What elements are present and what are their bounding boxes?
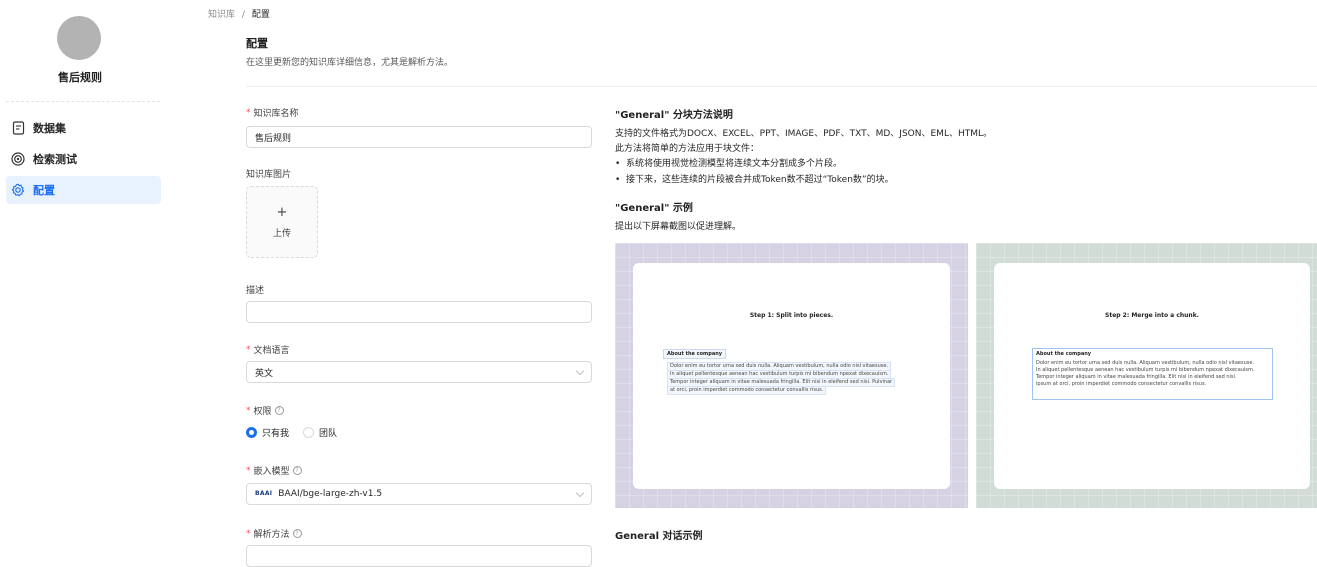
sidebar-item-dataset[interactable]: 数据集 [6, 114, 161, 142]
example-card: Step 2: Merge into a chunk. About the co… [994, 263, 1310, 489]
permission-radio-group: 只有我 团队 [246, 426, 337, 439]
help-icon[interactable]: ? [292, 466, 302, 475]
breadcrumb-current: 配置 [251, 10, 270, 20]
breadcrumb: 知识库 / 配置 [208, 7, 270, 20]
parse-method-label: * 解析方法 ? [246, 527, 302, 540]
radio-team-label[interactable]: 团队 [319, 426, 337, 439]
embedding-model-select[interactable]: BAAI BAAI/bge-large-zh-v1.5 [246, 483, 592, 505]
file-text-icon [11, 121, 25, 135]
language-select[interactable]: 英文 [246, 361, 592, 383]
sidebar-item-label: 检索测试 [33, 153, 77, 166]
help-icon[interactable]: ? [292, 529, 302, 538]
baai-logo-icon: BAAI [255, 490, 273, 497]
example-panel-split: Step 1: Split into pieces. About the com… [615, 243, 968, 508]
example-card: Step 1: Split into pieces. About the com… [633, 263, 950, 489]
chunk-piece: at orci, proin imperdiet commodo consect… [667, 386, 827, 395]
knowledge-base-name: 售后规则 [58, 71, 102, 84]
chunk-piece: About the company [663, 349, 727, 359]
sidebar: 售后规则 数据集 检索测试 配置 [0, 0, 166, 552]
upload-button[interactable]: + 上传 [246, 186, 318, 258]
example-panel-merge: Step 2: Merge into a chunk. About the co… [976, 243, 1317, 508]
supported-formats-text: 支持的文件格式为DOCX、EXCEL、PPT、IMAGE、PDF、TXT、MD、… [615, 129, 993, 139]
target-icon [11, 152, 25, 166]
page-title: 配置 [246, 37, 268, 50]
embedding-model-label: * 嵌入模型 ? [246, 464, 302, 477]
chevron-down-icon [575, 366, 585, 376]
step-label: Step 2: Merge into a chunk. [1105, 312, 1199, 319]
example-subtitle: 提出以下屏幕截图以促进理解。 [615, 222, 742, 232]
breadcrumb-root-link[interactable]: 知识库 [208, 10, 235, 20]
upload-label: 上传 [272, 228, 291, 239]
help-icon[interactable]: ? [274, 406, 284, 415]
sidebar-item-retrieval-test[interactable]: 检索测试 [6, 145, 161, 173]
chevron-down-icon [575, 488, 585, 498]
step-label: Step 1: Split into pieces. [749, 312, 834, 319]
kb-name-label: * 知识库名称 [246, 107, 299, 120]
example-title: "General" 示例 [615, 203, 693, 214]
description-input[interactable] [246, 301, 592, 323]
avatar [57, 16, 101, 60]
radio-team[interactable] [303, 427, 315, 438]
sidebar-divider [6, 101, 160, 102]
plus-icon: + [276, 204, 288, 220]
parse-method-select[interactable] [246, 545, 592, 567]
kb-name-input[interactable]: 售后规则 [246, 126, 592, 148]
chat-example-title: General 对话示例 [615, 531, 703, 542]
sidebar-item-label: 数据集 [33, 122, 66, 135]
sidebar-item-label: 配置 [33, 184, 55, 197]
description-label: 描述 [246, 286, 265, 296]
merged-chunk: About the company Dolor enim eu tortor u… [1032, 348, 1273, 400]
sidebar-item-config[interactable]: 配置 [6, 176, 161, 204]
radio-only-me[interactable] [246, 427, 257, 438]
bullet-item: • 接下来，这些连续的片段被合并成Token数不超过“Token数”的块。 [615, 175, 894, 185]
header-divider [246, 86, 1317, 87]
permission-label: * 权限 ? [246, 404, 284, 417]
gear-icon [11, 183, 25, 197]
page-subtitle: 在这里更新您的知识库详细信息，尤其是解析方法。 [246, 58, 454, 68]
bullet-item: • 系统将使用视觉检测模型将连续文本分割成多个片段。 [615, 159, 843, 169]
method-description: 此方法将简单的方法应用于块文件： [615, 144, 760, 154]
method-title: "General" 分块方法说明 [615, 110, 733, 121]
radio-only-me-label[interactable]: 只有我 [262, 426, 289, 439]
language-label: * 文档语言 [246, 344, 290, 357]
kb-image-label: 知识库图片 [246, 170, 292, 180]
breadcrumb-separator: / [241, 10, 245, 20]
